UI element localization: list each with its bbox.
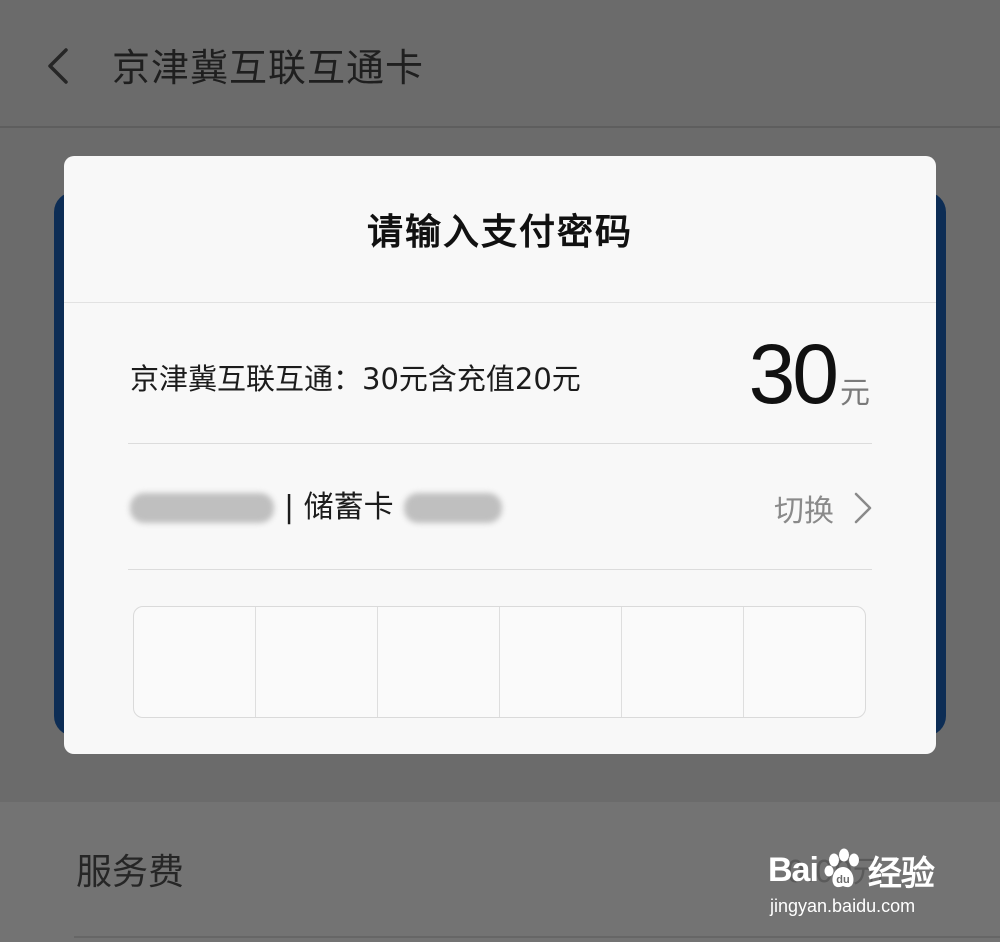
divider xyxy=(128,569,872,570)
pin-digit-cell[interactable] xyxy=(134,607,256,717)
payment-password-dialog: 请输入支付密码 京津冀互联互通：30元含充值20元 30 元 | 储蓄卡 切换 xyxy=(64,156,936,754)
password-input[interactable] xyxy=(133,606,866,718)
divider xyxy=(74,936,1000,938)
watermark-brand-right: 经验 xyxy=(867,854,935,893)
pin-digit-cell[interactable] xyxy=(256,607,378,717)
paw-icon: du xyxy=(824,848,859,888)
pin-digit-cell[interactable] xyxy=(500,607,622,717)
payment-method-row[interactable]: | 储蓄卡 xyxy=(130,482,502,534)
chevron-right-icon xyxy=(854,492,872,524)
watermark-logo: Bai du 经验 xyxy=(768,848,935,893)
amount-unit: 元 xyxy=(840,376,870,411)
redacted-card-number xyxy=(403,493,502,523)
dialog-title-divider xyxy=(64,302,936,303)
top-navigation-bar: 京津冀互联互通卡 xyxy=(0,0,1000,128)
baidu-jingyan-watermark: Bai du 经验 jingyan.baidu.com xyxy=(768,832,958,924)
amount-value: 30 xyxy=(748,327,839,421)
pin-digit-cell[interactable] xyxy=(378,607,500,717)
divider xyxy=(128,443,872,444)
page-title: 京津冀互联互通卡 xyxy=(112,46,425,90)
pin-digit-cell[interactable] xyxy=(622,607,744,717)
switch-payment-button[interactable]: 切换 xyxy=(774,482,874,534)
watermark-url: jingyan.baidu.com xyxy=(770,896,916,916)
payment-amount: 30 元 xyxy=(749,324,870,424)
service-fee-label: 服务费 xyxy=(76,852,185,893)
chevron-left-icon[interactable] xyxy=(40,44,80,88)
order-description: 京津冀互联互通：30元含充值20元 xyxy=(130,362,581,396)
pin-digit-cell[interactable] xyxy=(744,607,865,717)
card-type-label: | 储蓄卡 xyxy=(284,490,394,525)
svg-text:du: du xyxy=(836,874,849,886)
redacted-bank-name xyxy=(130,493,274,523)
switch-label: 切换 xyxy=(774,494,834,529)
watermark-brand-left: Bai xyxy=(768,850,819,889)
dialog-title: 请输入支付密码 xyxy=(366,212,633,253)
